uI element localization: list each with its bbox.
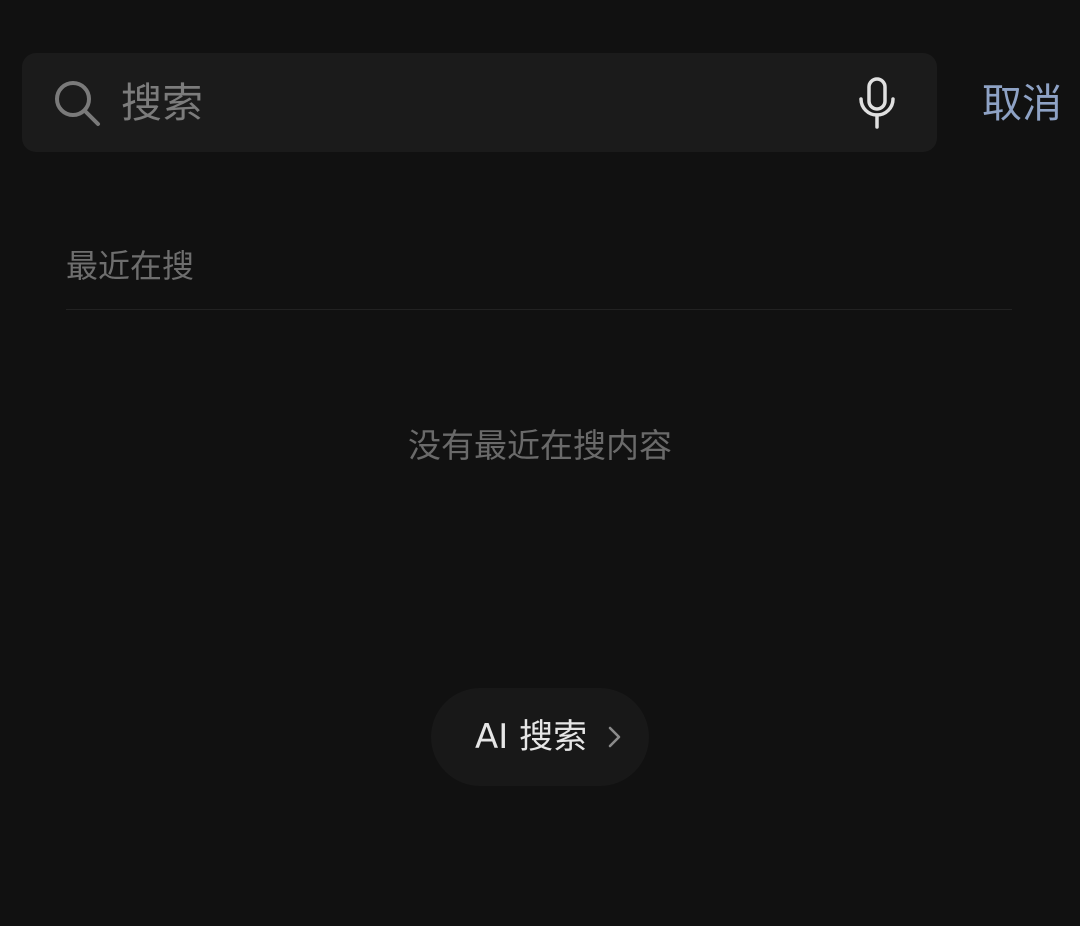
ai-search-button[interactable]: AI 搜索 (431, 688, 649, 786)
ai-search-label: AI 搜索 (475, 717, 588, 757)
search-input[interactable] (121, 70, 821, 136)
empty-recent-message: 没有最近在搜内容 (408, 426, 672, 465)
divider (66, 309, 1012, 310)
chevron-right-icon (608, 726, 621, 748)
mic-icon[interactable] (855, 77, 899, 131)
recent-searches-title: 最近在搜 (66, 247, 195, 285)
cancel-button[interactable]: 取消 (966, 76, 1062, 132)
search-icon (55, 81, 100, 126)
